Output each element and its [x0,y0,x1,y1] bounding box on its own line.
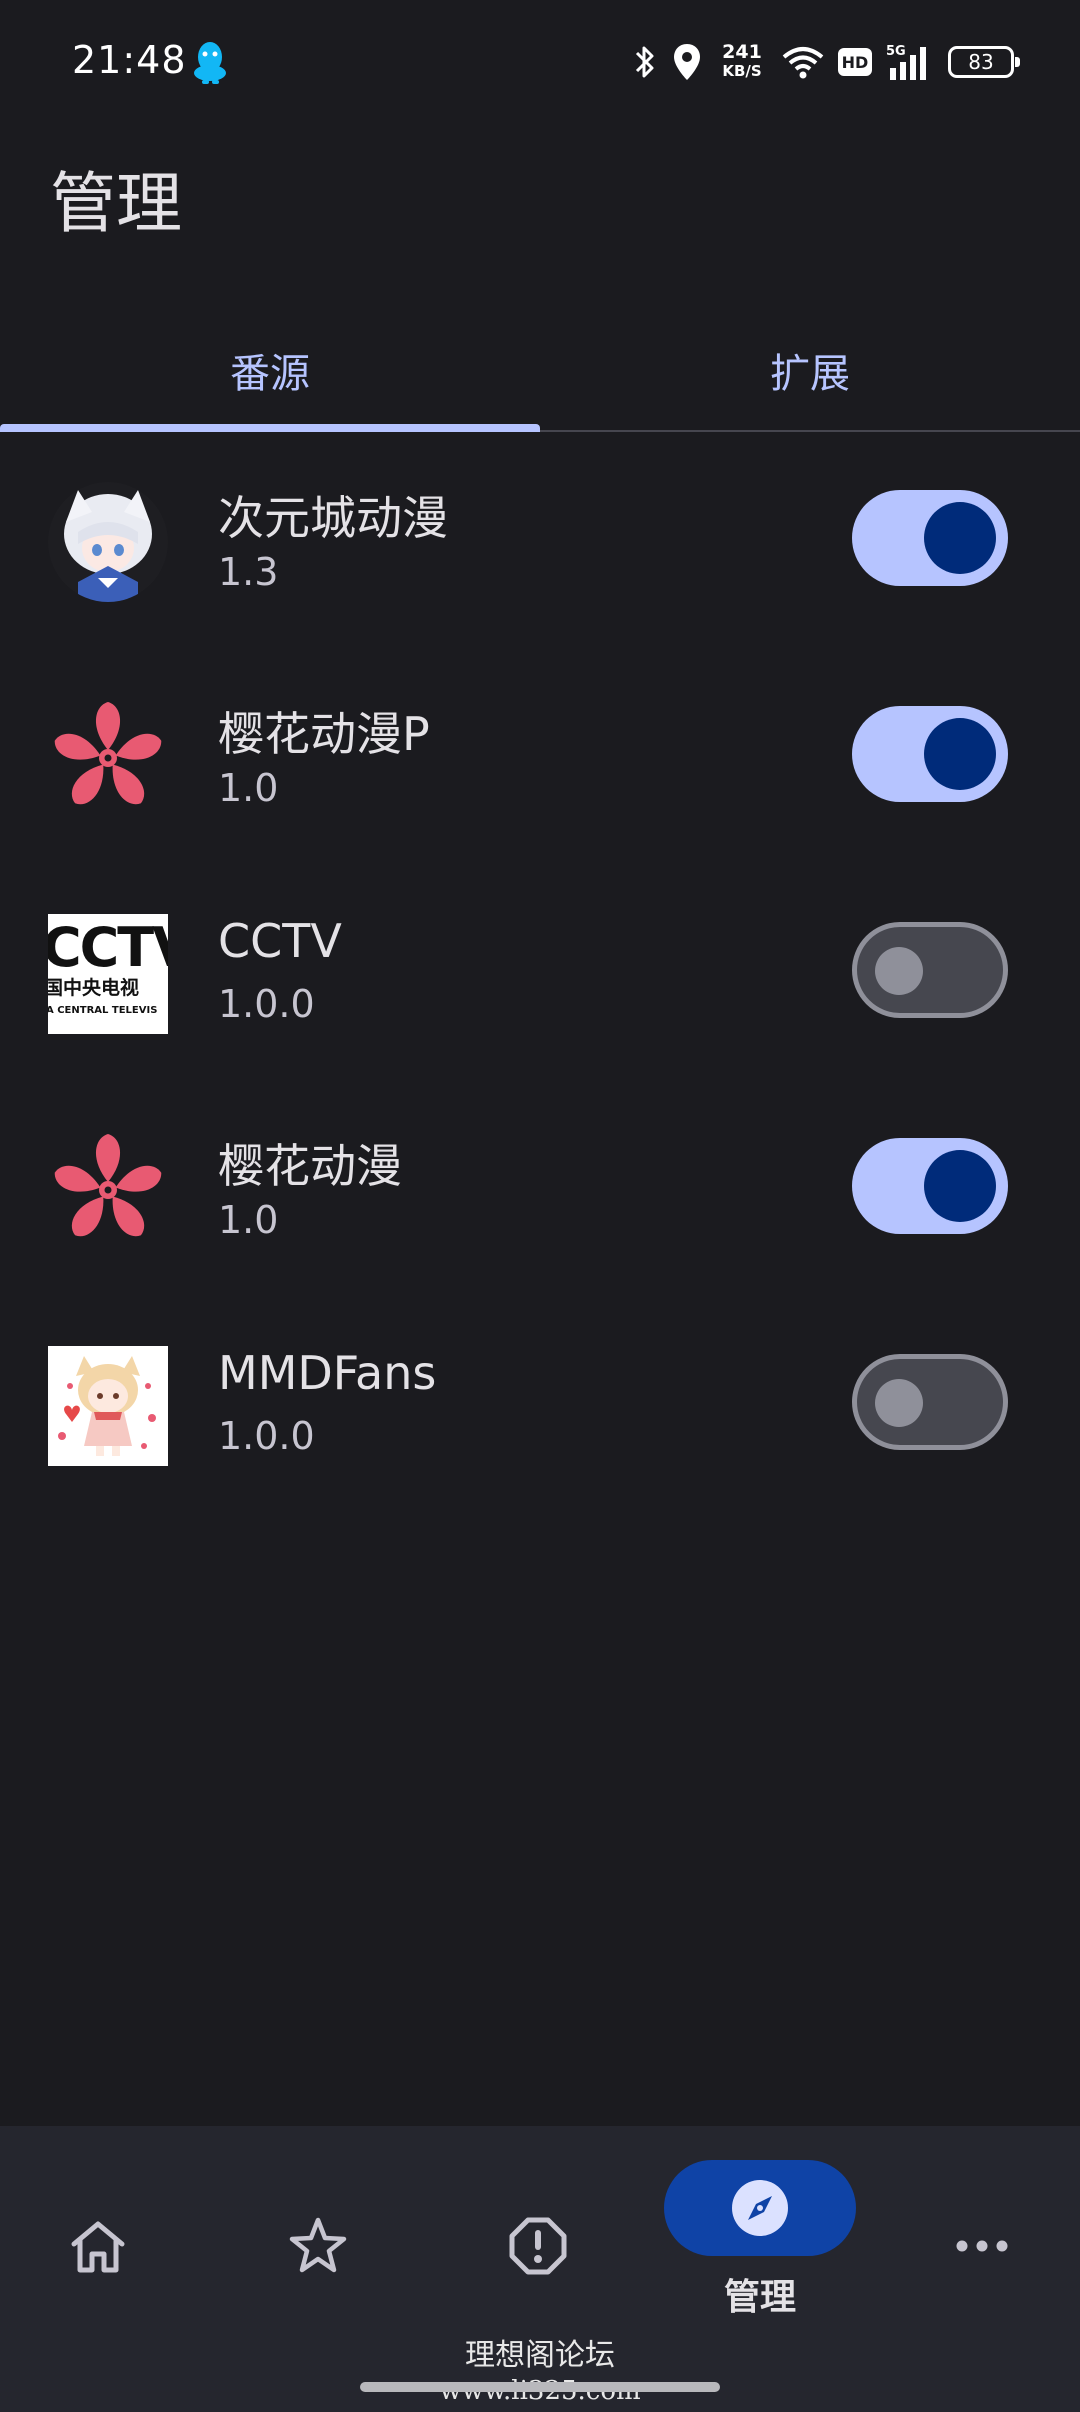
star-icon [289,2217,347,2273]
chibi-girl-avatar [48,1346,168,1466]
source-toggle[interactable] [852,1354,1008,1450]
bluetooth-icon [635,46,654,78]
cell-signal-icon: 5G [886,44,926,80]
nav-alerts[interactable] [458,2126,618,2336]
source-version: 1.0 [218,1198,279,1242]
source-version: 1.0 [218,766,279,810]
watermark-title: 理想阁论坛 [465,2338,615,2373]
tab-extensions[interactable]: 扩展 [540,310,1080,430]
toggle-thumb [875,1379,923,1427]
list-item[interactable]: MMDFans 1.0.0 [0,1296,1080,1512]
source-version: 1.0.0 [218,982,315,1026]
page-title: 管理 [50,165,182,242]
watermark: 理想阁论坛 www.li325.com [0,2330,1080,2406]
alert-icon [509,2217,567,2275]
svg-text:A CENTRAL TELEVIS: A CENTRAL TELEVIS [48,1005,157,1016]
cctv-logo: CCTV 国中央电视 A CENTRAL TELEVIS [48,914,168,1034]
home-icon [71,2221,125,2273]
location-icon [674,44,700,80]
source-name: 樱花动漫 [218,1139,402,1193]
screen: 21:48 241 KB/S HD 5G 83 管理 番源 扩展 次元城动漫 1… [0,0,1080,2412]
nav-more[interactable] [902,2126,1062,2336]
source-version: 1.3 [218,550,279,594]
source-name: MMDFans [218,1346,437,1400]
source-name: 次元城动漫 [218,491,448,545]
status-bar: 21:48 241 KB/S HD 5G 83 [0,0,1080,125]
wifi-icon [782,47,824,79]
toggle-thumb [924,1150,996,1222]
status-time: 21:48 [72,38,187,82]
qq-icon [194,42,226,84]
list-item[interactable]: CCTV 国中央电视 A CENTRAL TELEVIS CCTV 1.0.0 [0,864,1080,1080]
svg-text:CCTV: CCTV [48,916,168,979]
toggle-thumb [875,947,923,995]
sakura-flower-icon [48,698,168,818]
list-item[interactable]: 樱花动漫P 1.0 [0,648,1080,864]
nav-home[interactable] [18,2126,178,2336]
toggle-thumb [924,718,996,790]
source-toggle[interactable] [852,490,1008,586]
nav-manage[interactable] [664,2160,856,2256]
source-version: 1.0.0 [218,1414,315,1458]
list-item[interactable]: 樱花动漫 1.0 [0,1080,1080,1296]
tab-bar: 番源 扩展 [0,310,1080,432]
network-speed-unit: KB/S [722,62,762,80]
source-toggle[interactable] [852,922,1008,1018]
network-speed-value: 241 [722,41,762,63]
compass-icon [732,2180,788,2236]
source-name: CCTV [218,914,342,968]
hd-voice-icon: HD [838,48,872,76]
source-toggle[interactable] [852,706,1008,802]
tab-sources[interactable]: 番源 [0,310,540,432]
network-speed: 241 KB/S [716,43,768,81]
svg-text:5G: 5G [886,44,906,59]
battery-icon: 83 [948,46,1020,78]
status-icons: 241 KB/S HD 5G 83 [632,34,1020,90]
source-toggle[interactable] [852,1138,1008,1234]
source-list: 次元城动漫 1.3 樱花动漫P 1.0 CCT 国中央电视 A CENTRAL … [0,432,1080,1512]
more-icon [956,2240,1008,2252]
gesture-bar[interactable] [360,2382,720,2392]
sakura-flower-icon [48,1130,168,1250]
source-name: 樱花动漫P [218,707,430,761]
toggle-thumb [924,502,996,574]
anime-girl-avatar [48,482,168,602]
nav-favorites[interactable] [238,2126,398,2336]
list-item[interactable]: 次元城动漫 1.3 [0,432,1080,648]
nav-manage-label: 管理 [723,2277,796,2318]
svg-text:国中央电视: 国中央电视 [48,976,139,999]
